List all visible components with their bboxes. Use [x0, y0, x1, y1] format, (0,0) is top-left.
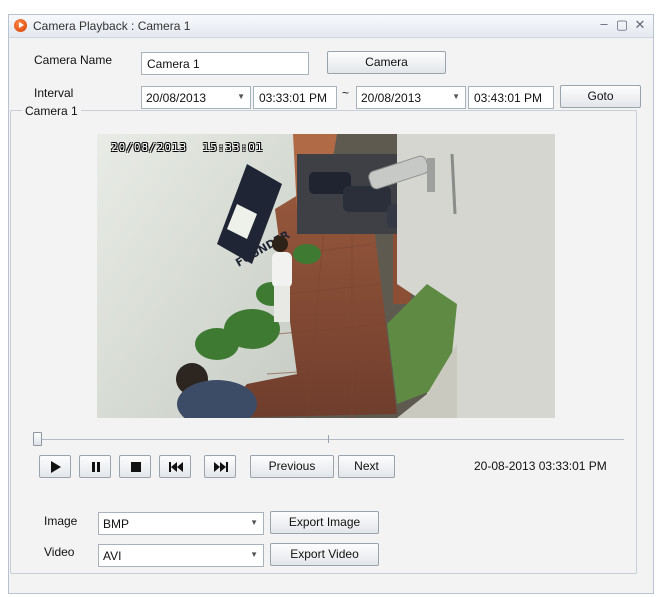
- camera-name-label: Camera Name: [34, 53, 113, 67]
- chevron-down-icon[interactable]: ▼: [250, 550, 258, 559]
- previous-button[interactable]: Previous: [250, 455, 334, 478]
- end-date-value: 20/08/2013: [361, 91, 422, 105]
- camera-frame-image: FOUNDER: [97, 134, 555, 418]
- group-title: Camera 1: [22, 104, 81, 118]
- play-button[interactable]: [39, 455, 71, 478]
- play-icon: [51, 461, 61, 473]
- title-bar[interactable]: Camera Playback : Camera 1 – ▢ ✕: [9, 15, 653, 38]
- seek-slider-track[interactable]: [34, 439, 624, 440]
- video-format-value: AVI: [103, 549, 122, 563]
- start-time-input[interactable]: 03:33:01 PM: [253, 86, 337, 109]
- seek-slider-thumb[interactable]: [33, 432, 42, 446]
- goto-button[interactable]: Goto: [560, 85, 641, 108]
- next-button[interactable]: Next: [338, 455, 395, 478]
- seek-slider-tick: [328, 435, 329, 443]
- maximize-icon[interactable]: ▢: [615, 17, 629, 33]
- osd-time: 15:33:01: [202, 141, 264, 154]
- image-format-select[interactable]: BMP ▼: [98, 512, 264, 535]
- chevron-down-icon[interactable]: ▼: [452, 92, 460, 101]
- start-date-picker[interactable]: 20/08/2013 ▼: [141, 86, 251, 109]
- video-osd-timestamp: 20/08/2013 15:33:01: [111, 141, 263, 154]
- video-viewport[interactable]: FOUNDER 20/08/2013 15:33:01: [97, 134, 555, 418]
- chevron-down-icon[interactable]: ▼: [250, 518, 258, 527]
- pause-icon: [92, 462, 100, 472]
- rewind-icon: [169, 462, 183, 472]
- chevron-down-icon[interactable]: ▼: [237, 92, 245, 101]
- camera-button[interactable]: Camera: [327, 51, 446, 74]
- export-image-button[interactable]: Export Image: [270, 511, 379, 534]
- video-format-select[interactable]: AVI ▼: [98, 544, 264, 567]
- close-icon[interactable]: ✕: [633, 17, 647, 33]
- stop-icon: [131, 462, 141, 472]
- end-time-input[interactable]: 03:43:01 PM: [468, 86, 554, 109]
- pause-button[interactable]: [79, 455, 111, 478]
- fast-forward-icon: [214, 462, 228, 472]
- interval-separator: ~: [342, 86, 350, 100]
- image-label: Image: [44, 514, 78, 528]
- image-format-value: BMP: [103, 517, 130, 531]
- window-title: Camera Playback : Camera 1: [33, 19, 191, 33]
- start-date-value: 20/08/2013: [146, 91, 207, 105]
- osd-date: 20/08/2013: [111, 141, 188, 154]
- fast-forward-button[interactable]: [204, 455, 236, 478]
- minimize-icon[interactable]: –: [597, 16, 611, 31]
- rewind-button[interactable]: [159, 455, 191, 478]
- interval-label: Interval: [34, 86, 74, 100]
- stop-button[interactable]: [119, 455, 151, 478]
- video-label: Video: [44, 545, 75, 559]
- playback-timestamp: 20-08-2013 03:33:01 PM: [474, 459, 607, 473]
- app-play-icon: [14, 19, 27, 32]
- camera-name-input[interactable]: Camera 1: [141, 52, 309, 75]
- end-date-picker[interactable]: 20/08/2013 ▼: [356, 86, 466, 109]
- export-video-button[interactable]: Export Video: [270, 543, 379, 566]
